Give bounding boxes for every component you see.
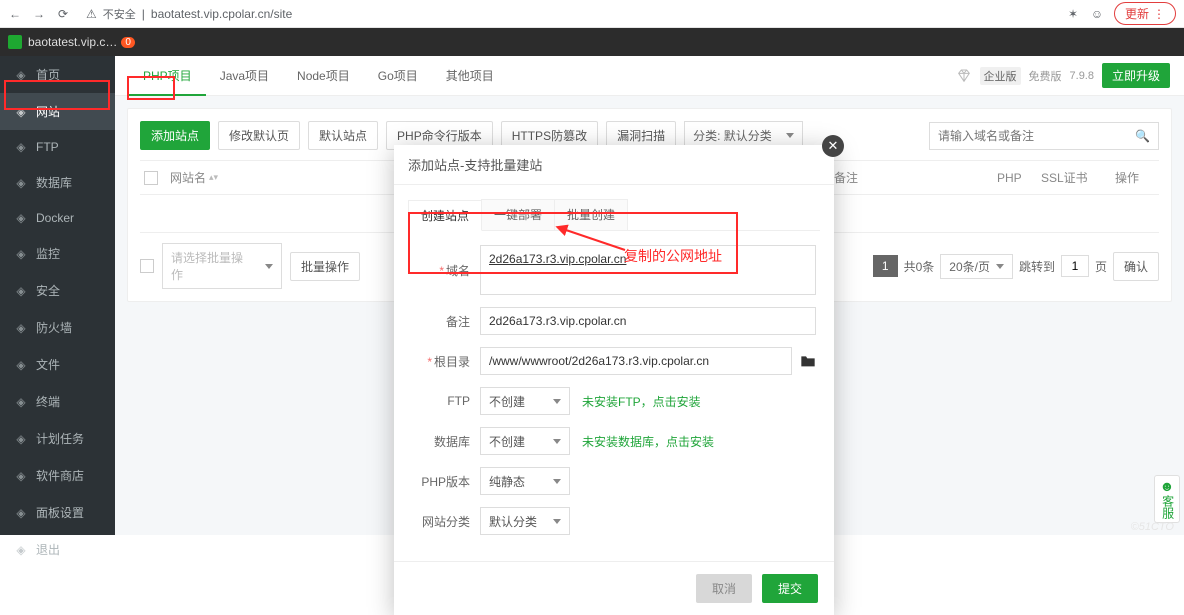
project-tab[interactable]: Go项目 xyxy=(364,56,432,96)
url-text: baotatest.vip.cpolar.cn/site xyxy=(151,7,292,21)
store-icon: ◈ xyxy=(14,469,28,483)
batch-select[interactable]: 请选择批量操作 xyxy=(162,243,282,289)
ftp-select[interactable]: 不创建 xyxy=(480,387,570,415)
ftp-install-link[interactable]: 未安装FTP，点击安装 xyxy=(582,393,701,410)
project-tab[interactable]: Java项目 xyxy=(206,56,283,96)
docker-icon: ◈ xyxy=(14,211,28,225)
remark-input[interactable]: 2d26a173.r3.vip.cpolar.cn xyxy=(480,307,816,335)
batch-action-button[interactable]: 批量操作 xyxy=(290,252,360,281)
select-all-checkbox[interactable] xyxy=(144,171,158,185)
enterprise-badge: 企业版 xyxy=(980,67,1021,85)
sidebar-item-firewall[interactable]: ◈防火墙 xyxy=(0,309,115,346)
customer-service-button[interactable]: ☻ 客服 xyxy=(1154,475,1180,523)
project-tab[interactable]: 其他项目 xyxy=(432,56,508,96)
db-select[interactable]: 不创建 xyxy=(480,427,570,455)
diamond-icon xyxy=(956,68,972,84)
firewall-icon: ◈ xyxy=(14,321,28,335)
chevron-down-icon xyxy=(786,133,794,138)
modal-tab[interactable]: 创建站点 xyxy=(408,200,482,231)
modal-tab[interactable]: 一键部署 xyxy=(481,199,555,230)
chevron-down-icon xyxy=(265,264,273,269)
chevron-down-icon xyxy=(553,439,561,444)
project-tabs: PHP项目Java项目Node项目Go项目其他项目 企业版 免费版 7.9.8 … xyxy=(115,56,1184,96)
sidebar-item-terminal[interactable]: ◈终端 xyxy=(0,383,115,420)
page-jump-input[interactable] xyxy=(1061,255,1089,277)
modal-title: 添加站点-支持批量建站 xyxy=(394,145,834,185)
sidebar-item-database[interactable]: ◈数据库 xyxy=(0,164,115,201)
sidebar-item-cloud[interactable]: ◈FTP xyxy=(0,130,115,164)
add-site-button[interactable]: 添加站点 xyxy=(140,121,210,150)
php-version-select[interactable]: 纯静态 xyxy=(480,467,570,495)
db-install-link[interactable]: 未安装数据库，点击安装 xyxy=(582,433,714,450)
database-icon: ◈ xyxy=(14,176,28,190)
page-current[interactable]: 1 xyxy=(873,255,898,277)
upgrade-button[interactable]: 立即升级 xyxy=(1102,63,1170,88)
insecure-icon: ⚠ xyxy=(86,7,97,21)
page-jump-button[interactable]: 确认 xyxy=(1113,252,1159,281)
project-tab[interactable]: Node项目 xyxy=(283,56,364,96)
sidebar-item-home[interactable]: ◈首页 xyxy=(0,56,115,93)
search-box[interactable]: 🔍 xyxy=(929,122,1159,150)
browser-tab[interactable]: baotatest.vip.c… 0 xyxy=(0,28,1184,56)
reload-icon[interactable]: ⟳ xyxy=(56,7,70,21)
add-site-modal: ✕ 添加站点-支持批量建站 创建站点一键部署批量创建 *域名 2d26a173.… xyxy=(394,145,834,615)
root-dir-input[interactable]: /www/wwwroot/2d26a173.r3.vip.cpolar.cn xyxy=(480,347,792,375)
version-label: 7.9.8 xyxy=(1070,70,1094,82)
chevron-down-icon xyxy=(553,399,561,404)
exit-icon: ◈ xyxy=(14,543,28,557)
clock-icon: ◈ xyxy=(14,432,28,446)
sidebar-item-clock[interactable]: ◈计划任务 xyxy=(0,420,115,457)
search-icon[interactable]: 🔍 xyxy=(1135,129,1150,143)
cloud-icon: ◈ xyxy=(14,140,28,154)
annotation-label: 复制的公网地址 xyxy=(624,246,722,266)
favicon-icon xyxy=(8,35,22,49)
insecure-label: 不安全 xyxy=(103,6,136,22)
sidebar-item-shield[interactable]: ◈安全 xyxy=(0,272,115,309)
monitor-icon: ◈ xyxy=(14,247,28,261)
sidebar-item-docker[interactable]: ◈Docker xyxy=(0,201,115,235)
sidebar-item-store[interactable]: ◈软件商店 xyxy=(0,457,115,494)
notification-badge: 0 xyxy=(121,37,135,48)
chevron-down-icon xyxy=(996,264,1004,269)
sidebar-item-file[interactable]: ◈文件 xyxy=(0,346,115,383)
submit-button[interactable]: 提交 xyxy=(762,574,818,603)
sidebar-item-globe[interactable]: ◈网站 xyxy=(0,93,115,130)
home-icon: ◈ xyxy=(14,68,28,82)
default-site-button[interactable]: 默认站点 xyxy=(308,121,378,150)
browser-toolbar: ← → ⟳ ⚠ 不安全 | baotatest.vip.cpolar.cn/si… xyxy=(0,0,1184,28)
project-tab[interactable]: PHP项目 xyxy=(129,56,206,96)
sort-icon[interactable]: ▴▾ xyxy=(209,172,218,183)
tab-title: baotatest.vip.c… xyxy=(28,35,117,49)
annotation-arrow xyxy=(555,225,635,258)
close-icon[interactable]: ✕ xyxy=(822,135,844,157)
folder-icon[interactable] xyxy=(800,354,816,368)
page-size-select[interactable]: 20条/页 xyxy=(940,254,1013,279)
forward-icon[interactable]: → xyxy=(32,7,46,21)
menu-icon: ⋮ xyxy=(1153,7,1165,21)
shield-icon: ◈ xyxy=(14,284,28,298)
page-total: 共0条 xyxy=(904,258,935,275)
cancel-button[interactable]: 取消 xyxy=(696,574,752,603)
free-label: 免费版 xyxy=(1029,68,1062,84)
chevron-down-icon xyxy=(553,479,561,484)
chevron-down-icon xyxy=(553,519,561,524)
select-all-checkbox-bottom[interactable] xyxy=(140,259,154,273)
search-input[interactable] xyxy=(938,129,1135,143)
profile-icon[interactable]: ☺ xyxy=(1090,7,1104,21)
sidebar-item-gear[interactable]: ◈面板设置 xyxy=(0,494,115,531)
extension-icon[interactable]: ✶ xyxy=(1066,7,1080,21)
sidebar-item-exit[interactable]: ◈退出 xyxy=(0,531,115,568)
sidebar: ◈首页◈网站◈FTP◈数据库◈Docker◈监控◈安全◈防火墙◈文件◈终端◈计划… xyxy=(0,56,115,535)
site-category-select[interactable]: 默认分类 xyxy=(480,507,570,535)
modify-default-page-button[interactable]: 修改默认页 xyxy=(218,121,300,150)
file-icon: ◈ xyxy=(14,358,28,372)
globe-icon: ◈ xyxy=(14,105,28,119)
back-icon[interactable]: ← xyxy=(8,7,22,21)
gear-icon: ◈ xyxy=(14,506,28,520)
watermark: ©51CTO xyxy=(1131,521,1174,533)
browser-update-button[interactable]: 更新 ⋮ xyxy=(1114,2,1176,25)
sidebar-item-monitor[interactable]: ◈监控 xyxy=(0,235,115,272)
address-bar[interactable]: ⚠ 不安全 | baotatest.vip.cpolar.cn/site xyxy=(86,6,292,22)
terminal-icon: ◈ xyxy=(14,395,28,409)
